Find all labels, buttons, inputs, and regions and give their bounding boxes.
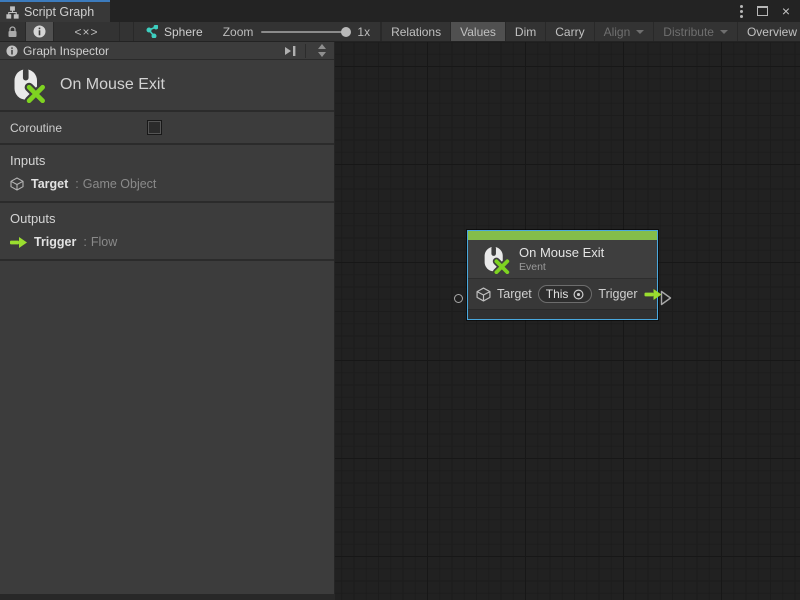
window-menu-icon[interactable] — [740, 5, 743, 18]
tab-script-graph[interactable]: Script Graph — [0, 0, 110, 22]
code-icon: <×> — [74, 25, 98, 39]
align-dropdown[interactable]: Align — [595, 22, 655, 41]
info-icon — [33, 25, 46, 38]
cube-icon — [476, 287, 491, 302]
panel-title: Graph Inspector — [23, 44, 278, 58]
inputs-heading: Inputs — [10, 153, 324, 168]
zoom-control: Zoom 1x — [213, 22, 380, 41]
graph-inspector-header: Graph Inspector — [0, 42, 334, 60]
values-button[interactable]: Values — [451, 22, 506, 41]
distribute-dropdown[interactable]: Distribute — [654, 22, 738, 41]
chevron-down-icon — [636, 30, 644, 34]
trigger-port-label: Trigger — [598, 287, 637, 301]
list-item: Trigger : Flow — [10, 235, 324, 249]
node-header[interactable]: On Mouse Exit Event — [468, 240, 657, 279]
zoom-label: Zoom — [223, 25, 254, 39]
cube-icon — [10, 177, 24, 191]
port-type: Flow — [91, 235, 117, 249]
script-machine-icon — [144, 25, 158, 38]
graph-asset-breadcrumb[interactable]: Sphere — [134, 22, 213, 41]
node-output-connection-port[interactable] — [660, 290, 672, 306]
unit-title: On Mouse Exit — [60, 76, 165, 94]
zoom-slider-handle[interactable] — [341, 27, 351, 37]
mouse-exit-icon — [481, 245, 510, 274]
edit-script-button[interactable]: <×> — [54, 22, 120, 41]
node-accent-bar — [468, 231, 657, 240]
script-graph-icon — [6, 6, 19, 19]
lock-button[interactable] — [0, 22, 26, 41]
graph-toolbar: <×> Sphere Zoom 1x Relations Values Dim — [0, 22, 800, 42]
node-subtitle: Event — [519, 261, 604, 273]
coroutine-label: Coroutine — [10, 121, 62, 135]
dim-label: Dim — [515, 25, 536, 39]
outputs-heading: Outputs — [10, 211, 324, 226]
dim-button[interactable]: Dim — [506, 22, 546, 41]
zoom-slider[interactable] — [261, 31, 349, 33]
values-label: Values — [460, 25, 496, 39]
inputs-section: Inputs Target : Game Object — [0, 145, 334, 203]
maximize-icon[interactable] — [757, 6, 768, 16]
port-type: Game Object — [83, 177, 157, 191]
overview-label: Overview — [747, 25, 797, 39]
carry-button[interactable]: Carry — [546, 22, 594, 41]
mouse-exit-icon — [10, 67, 46, 103]
carry-label: Carry — [555, 25, 584, 39]
align-label: Align — [604, 25, 631, 39]
graph-canvas[interactable]: On Mouse Exit Event Target This — [335, 42, 800, 600]
flow-arrow-icon[interactable] — [644, 289, 662, 300]
tab-title: Script Graph — [24, 5, 94, 19]
info-icon — [6, 45, 18, 57]
flow-arrow-icon — [10, 237, 27, 248]
overview-button[interactable]: Overview — [738, 22, 800, 41]
inspector-toggle-button[interactable] — [26, 22, 54, 41]
target-value: This — [546, 287, 569, 301]
header-divider — [305, 44, 306, 58]
coroutine-checkbox[interactable] — [147, 120, 162, 135]
outputs-section: Outputs Trigger : Flow — [0, 203, 334, 261]
distribute-label: Distribute — [663, 25, 714, 39]
port-separator: : — [83, 235, 86, 249]
graph-inspector-panel: Graph Inspector — [0, 42, 335, 594]
chevron-down-icon — [720, 30, 728, 34]
node-footer — [468, 309, 657, 319]
node-port-row: Target This Trigger — [468, 279, 657, 309]
zoom-value: 1x — [357, 25, 370, 39]
port-name: Trigger — [34, 235, 76, 249]
selected-unit-header: On Mouse Exit — [0, 60, 334, 112]
relations-button[interactable]: Relations — [381, 22, 451, 41]
node-title: On Mouse Exit — [519, 245, 604, 261]
lock-icon — [7, 26, 18, 38]
node-on-mouse-exit[interactable]: On Mouse Exit Event Target This — [467, 230, 658, 320]
list-item: Target : Game Object — [10, 177, 324, 191]
object-picker-icon — [573, 289, 584, 300]
graph-name-label: Sphere — [164, 25, 203, 39]
coroutine-row: Coroutine — [0, 112, 334, 145]
panel-spinner[interactable] — [314, 44, 330, 57]
toolbar-divider — [120, 22, 134, 41]
window-controls: × — [740, 0, 800, 22]
node-input-connection-port[interactable] — [454, 294, 463, 303]
port-name: Target — [31, 177, 68, 191]
target-value-button[interactable]: This — [538, 285, 593, 303]
dock-panel-icon[interactable] — [283, 45, 297, 57]
window-tab-bar: Script Graph × — [0, 0, 800, 22]
relations-label: Relations — [391, 25, 441, 39]
panel-empty-area — [0, 261, 334, 594]
target-port-label: Target — [497, 287, 532, 301]
port-separator: : — [75, 177, 78, 191]
close-icon[interactable]: × — [782, 4, 790, 18]
